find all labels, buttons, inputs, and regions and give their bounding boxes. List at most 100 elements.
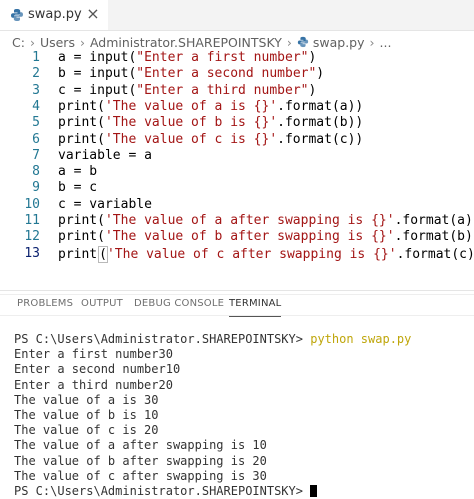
line-number: 4 (32, 98, 40, 114)
code-token: b = c (58, 180, 98, 196)
code-line[interactable]: 8 a = b (0, 164, 474, 180)
python-file-icon (297, 36, 309, 48)
code-token: print( (58, 98, 105, 114)
code-text: print('The value of b after swapping is … (58, 229, 474, 245)
terminal-output-line: The value of a after swapping is 10 (14, 438, 267, 453)
terminal-prompt: PS C:\Users\Administrator.SHAREPOINTSKY> (14, 332, 311, 346)
code-token: print( (58, 131, 105, 147)
code-token: a = input( (58, 50, 137, 65)
code-line[interactable]: 2 b = input("Enter a second number") (0, 66, 474, 82)
code-line[interactable]: 11 print('The value of a after swapping i… (0, 213, 474, 229)
code-line[interactable]: 5 print('The value of b is {}'.format(b)) (0, 115, 474, 131)
string-literal: "Enter a second number" (136, 66, 317, 82)
code-line[interactable]: 10 c = variable (0, 197, 474, 213)
line-number: 6 (32, 131, 40, 147)
terminal-output-line: The value of c is 20 (14, 423, 159, 438)
line-number: 12 (24, 229, 40, 245)
terminal-final-prompt-line: PS C:\Users\Administrator.SHAREPOINTSKY> (14, 484, 474, 499)
terminal-final-prompt: PS C:\Users\Administrator.SHAREPOINTSKY> (14, 483, 311, 498)
string-literal: 'The value of b is {}' (104, 115, 278, 131)
string-literal: "Enter a first number" (136, 50, 309, 65)
terminal-output-line: The value of c after swapping is 30 (14, 468, 267, 483)
string-literal: 'The value of b after swapping is {}' (104, 229, 395, 245)
code-line[interactable]: 6 print('The value of c is {}'.format(c)) (0, 132, 474, 148)
string-literal: "Enter a third number" (136, 82, 309, 98)
code-token: c = variable (58, 196, 152, 212)
code-line[interactable]: 3 c = input("Enter a third number") (0, 83, 474, 99)
code-line[interactable]: 9 b = c (0, 180, 474, 196)
tab-swap-py[interactable]: swap.py × (0, 0, 108, 30)
code-token: variable = a (58, 147, 152, 163)
matched-bracket: ( (98, 245, 108, 263)
code-line[interactable]: 7 variable = a (0, 148, 474, 164)
string-literal: 'The value of c after swapping is {}' (106, 246, 397, 262)
code-line[interactable]: 12 print('The value of b after swapping i… (0, 229, 474, 245)
tab-debug-console[interactable]: DEBUG CONSOLE (134, 298, 224, 309)
string-literal: 'The value of c is {}' (104, 131, 278, 147)
code-text: print('The value of a is {}'.format(a)) (58, 99, 363, 115)
code-token: .format(b)) (277, 115, 364, 131)
code-token: ) (316, 66, 325, 82)
code-token: a = b (58, 164, 98, 180)
code-line[interactable]: 13 print ('The value of c after swapping i… (0, 245, 474, 263)
code-token: .format(a)) (394, 213, 474, 228)
code-token: .format(b)) (394, 229, 474, 245)
code-text: print('The value of c is {}'.format(c)) (58, 132, 363, 148)
terminal-output-line: Enter a first number30 (14, 347, 173, 362)
line-number: 10 (24, 196, 40, 212)
line-number: 13 (24, 245, 40, 261)
code-text: a = b (58, 164, 97, 180)
line-number: 8 (32, 164, 40, 180)
code-token: print (58, 246, 98, 262)
code-text: b = c (58, 180, 97, 196)
code-token: print( (58, 229, 105, 245)
tab-label: swap.py (28, 7, 82, 22)
code-token: print( (58, 213, 105, 228)
panel-divider (0, 290, 474, 291)
line-number: 9 (32, 180, 40, 196)
code-token: b = input( (58, 66, 137, 82)
code-token: c = input( (58, 82, 137, 98)
tab-problems[interactable]: PROBLEMS (17, 298, 73, 309)
code-text: c = input("Enter a third number") (58, 83, 316, 99)
terminal-output: Enter a first number30 Enter a second num… (14, 347, 474, 484)
code-line[interactable]: 1 a = input("Enter a first number") (0, 50, 474, 66)
code-text: a = input("Enter a first number") (58, 50, 316, 66)
code-text: variable = a (58, 148, 152, 164)
close-tab-icon[interactable]: × (84, 4, 102, 24)
code-token: .format(a)) (277, 98, 364, 114)
line-number: 1 (32, 50, 40, 65)
code-text: b = input("Enter a second number") (58, 66, 324, 82)
terminal-output-line: The value of b is 10 (14, 407, 159, 422)
terminal-output-line: The value of a is 30 (14, 392, 159, 407)
tab-output[interactable]: OUTPUT (81, 298, 123, 309)
code-token: ) (308, 82, 317, 98)
line-number: 3 (32, 82, 40, 98)
tab-terminal[interactable]: TERMINAL (229, 298, 282, 317)
terminal-cursor (310, 484, 318, 497)
terminal[interactable]: PS C:\Users\Administrator.SHAREPOINTSKY>… (14, 332, 474, 499)
code-token: print( (58, 115, 105, 131)
code-token: .format(c) (396, 246, 474, 262)
code-token: .format(c)) (277, 131, 364, 147)
line-number: 7 (32, 147, 40, 163)
terminal-output-line: The value of b after swapping is 20 (14, 453, 267, 468)
string-literal: 'The value of a is {}' (104, 98, 278, 114)
panel-tab-bar: PROBLEMS OUTPUT DEBUG CONSOLE TERMINAL (0, 298, 474, 318)
line-number: 2 (32, 66, 40, 82)
code-text: print('The value of a after swapping is … (58, 213, 474, 229)
python-file-icon (11, 9, 23, 21)
code-token: ) (308, 50, 317, 65)
code-line[interactable]: 4 print('The value of a is {}'.format(a)) (0, 99, 474, 115)
code-text: c = variable (58, 197, 152, 213)
code-text: print('The value of b is {}'.format(b)) (58, 115, 363, 131)
editor-tab-bar: swap.py × (0, 0, 474, 31)
line-number: 11 (24, 213, 40, 228)
code-editor[interactable]: 1 a = input("Enter a first number") 2 b = i… (0, 48, 474, 316)
string-literal: 'The value of a after swapping is {}' (104, 213, 395, 228)
terminal-output-line: Enter a third number20 (14, 377, 173, 392)
code-text: print ('The value of c after swapping is … (58, 245, 474, 263)
terminal-command: python swap.py (310, 332, 412, 346)
terminal-command-line: PS C:\Users\Administrator.SHAREPOINTSKY>… (14, 332, 474, 347)
line-number: 5 (32, 115, 40, 131)
